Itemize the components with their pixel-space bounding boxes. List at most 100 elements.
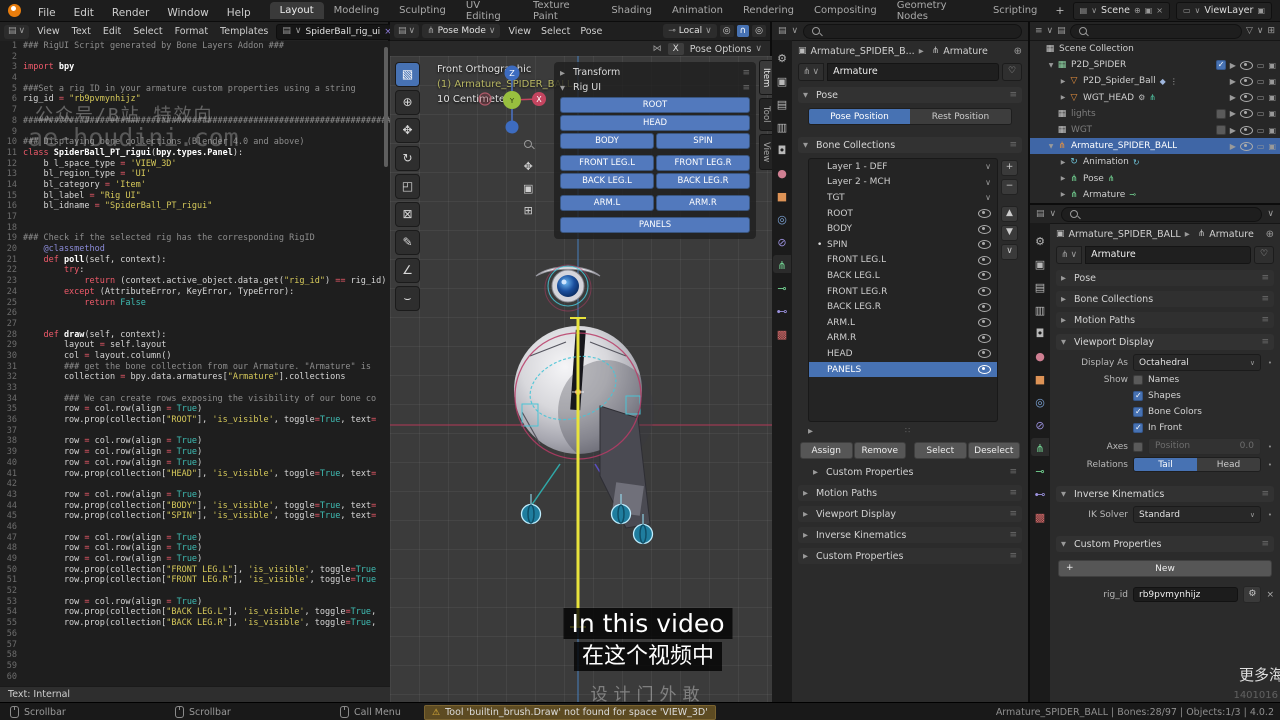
- rig-button-arm-r[interactable]: ARM.R: [656, 195, 750, 211]
- workspace-tab-modeling[interactable]: Modeling: [324, 2, 390, 19]
- add-button[interactable]: +: [1001, 160, 1018, 176]
- panel-custom-properties[interactable]: ▶ Custom Properties ≡: [798, 548, 1022, 564]
- workspace-tab-animation[interactable]: Animation: [662, 2, 733, 19]
- delete-property-icon[interactable]: ×: [1266, 590, 1274, 600]
- rotate-tool[interactable]: ↻: [395, 146, 420, 171]
- bone-collection-layer-2-mch[interactable]: Layer 2 - MCH ∨: [809, 175, 997, 191]
- annotate-tool[interactable]: ✎: [395, 230, 420, 255]
- bone-collection-spin[interactable]: • SPIN: [809, 237, 997, 253]
- remove-button[interactable]: Remove: [853, 442, 906, 459]
- gizmo-z-label[interactable]: Z: [509, 69, 515, 78]
- panel-pose[interactable]: ▶ Pose ≡: [1056, 270, 1274, 286]
- hide-viewport-icon[interactable]: [1239, 109, 1253, 119]
- display-mode-icon[interactable]: ≡: [1035, 26, 1043, 36]
- visibility-eye-icon[interactable]: [978, 224, 991, 234]
- menu-render[interactable]: Render: [103, 7, 158, 19]
- hide-viewport-icon[interactable]: [1239, 60, 1253, 70]
- expander-icon[interactable]: ▶: [1058, 191, 1068, 198]
- tab-render[interactable]: ▣: [773, 71, 791, 89]
- axes-position-value[interactable]: 0.0: [1233, 439, 1260, 454]
- workspace-tab-rendering[interactable]: Rendering: [733, 2, 804, 19]
- pin-icon[interactable]: ⊕: [1266, 229, 1274, 240]
- panel-motion-paths[interactable]: ▶ Motion Paths ≡: [798, 485, 1022, 501]
- inverse-kinematics-panel-header[interactable]: ▼ Inverse Kinematics ≡: [1056, 486, 1274, 502]
- pose-options-dropdown[interactable]: Pose Options ∨: [690, 44, 762, 55]
- visibility-eye-icon[interactable]: [978, 302, 991, 312]
- visibility-eye-icon[interactable]: [978, 287, 991, 297]
- breadcrumb-object[interactable]: Armature_SPIDER_BALL: [1069, 229, 1181, 240]
- select-button[interactable]: Select: [914, 442, 967, 459]
- menu-window[interactable]: Window: [158, 7, 217, 19]
- properties-search[interactable]: [803, 23, 1022, 39]
- menu-edit[interactable]: Edit: [65, 7, 103, 19]
- armature-animation[interactable]: ▶ ↻ Animation ↻: [1030, 154, 1280, 170]
- rig-id-field[interactable]: rb9pvmynhijz: [1133, 587, 1239, 602]
- breadcrumb-data[interactable]: Armature: [943, 46, 988, 57]
- panel-bone-collections[interactable]: ▶ Bone Collections ≡: [1056, 291, 1274, 307]
- monitor-icon[interactable]: ▭: [1257, 126, 1265, 135]
- viewport-canvas[interactable]: ▧ ⊕ ✥ ↻ ◰ ⊠ ✎ ∠ ⌣ Front Orthographic (1) Armatur…: [390, 56, 772, 702]
- navigation-gizmo[interactable]: Z X Y: [477, 65, 547, 135]
- viewport-menu-select[interactable]: Select: [536, 26, 575, 37]
- text-menu-select[interactable]: Select: [127, 26, 168, 37]
- text-menu-text[interactable]: Text: [66, 26, 97, 37]
- rest-position-button[interactable]: Rest Position: [910, 109, 1011, 124]
- transform-tool[interactable]: ⊠: [395, 202, 420, 227]
- visibility-eye-icon[interactable]: [978, 271, 991, 281]
- tab-world[interactable]: ●: [773, 163, 791, 181]
- tab-object[interactable]: ■: [1031, 369, 1049, 387]
- cursor-icon[interactable]: ▶: [1230, 126, 1236, 135]
- display-as-dropdown[interactable]: Octahedral ∨: [1133, 354, 1261, 371]
- menu-help[interactable]: Help: [218, 7, 260, 19]
- tab-texture[interactable]: ▩: [773, 324, 791, 342]
- menu-file[interactable]: File: [29, 7, 65, 19]
- workspace-tab-shading[interactable]: Shading: [601, 2, 662, 19]
- expander-icon[interactable]: ▼: [1046, 143, 1056, 150]
- bone-collection-head[interactable]: HEAD: [809, 346, 997, 362]
- properties-search[interactable]: [1061, 206, 1263, 222]
- breadcrumb-object[interactable]: Armature_SPIDER_B...: [811, 46, 915, 57]
- collection-p2d-spider[interactable]: ▼▦P2D_SPIDER▶▭▣: [1030, 57, 1280, 73]
- transform-panel-header[interactable]: ▶ Transform ≡: [560, 65, 750, 80]
- camera-icon[interactable]: ▣: [1268, 77, 1276, 86]
- tail-button[interactable]: Tail: [1134, 458, 1197, 471]
- tab-bone-constraint[interactable]: ⊷: [773, 301, 791, 319]
- monitor-icon[interactable]: ▭: [1257, 61, 1265, 70]
- outliner-search[interactable]: [1069, 23, 1242, 39]
- visibility-eye-icon[interactable]: [978, 318, 991, 328]
- mirror-x-button[interactable]: X: [667, 43, 684, 55]
- object-wgt-head[interactable]: ▶ ▽ WGT_HEAD ⚙ ⋔ ▶ ▭ ▣: [1030, 90, 1280, 106]
- cursor-icon[interactable]: ▶: [1230, 142, 1236, 151]
- move-up-button[interactable]: ▲: [1001, 206, 1018, 222]
- cursor-icon[interactable]: ▶: [1230, 93, 1236, 102]
- properties-editor-icon[interactable]: ▤: [778, 26, 787, 36]
- monitor-icon[interactable]: ▭: [1257, 109, 1265, 118]
- rig-button-back-leg-r[interactable]: BACK LEG.R: [656, 173, 750, 189]
- collection-checkbox[interactable]: [1215, 60, 1226, 71]
- collection-lights[interactable]: ▦ lights ▶ ▭ ▣: [1030, 106, 1280, 122]
- workspace-tab-scripting[interactable]: Scripting: [983, 2, 1047, 19]
- transform-orientation[interactable]: ⊸ Local ∨: [663, 24, 717, 38]
- panel-viewport-display[interactable]: ▶ Viewport Display ≡: [798, 506, 1022, 522]
- workspace-tab-compositing[interactable]: Compositing: [804, 2, 887, 19]
- fake-user-button[interactable]: ♡: [1254, 246, 1274, 264]
- viewport-menu-view[interactable]: View: [503, 26, 536, 37]
- camera-icon[interactable]: ▣: [1268, 61, 1276, 70]
- rig-ui-panel-header[interactable]: ▼ Rig UI ≡: [560, 80, 750, 95]
- panel-motion-paths[interactable]: ▶ Motion Paths ≡: [1056, 312, 1274, 328]
- camera-icon[interactable]: ▣: [523, 182, 533, 195]
- gizmo-y-label[interactable]: Y: [509, 97, 515, 105]
- decorator-dot-icon[interactable]: •: [1266, 461, 1274, 469]
- expander-icon[interactable]: ▶: [1058, 159, 1068, 166]
- move-tool[interactable]: ✥: [395, 118, 420, 143]
- remove-button[interactable]: −: [1001, 179, 1018, 195]
- tab-view-layer[interactable]: ▥: [1031, 300, 1049, 318]
- camera-icon[interactable]: ▣: [1268, 142, 1276, 151]
- bone-collection-front-leg-r[interactable]: FRONT LEG.R: [809, 284, 997, 300]
- close-icon[interactable]: ×: [1156, 6, 1163, 15]
- rig-button-front-leg-r[interactable]: FRONT LEG.R: [656, 155, 750, 171]
- properties-editor-icon[interactable]: ▤: [1036, 209, 1045, 219]
- grid-icon[interactable]: ⊞: [524, 204, 533, 217]
- rig-button-back-leg-l[interactable]: BACK LEG.L: [560, 173, 654, 189]
- expander-icon[interactable]: ▶: [1058, 175, 1068, 182]
